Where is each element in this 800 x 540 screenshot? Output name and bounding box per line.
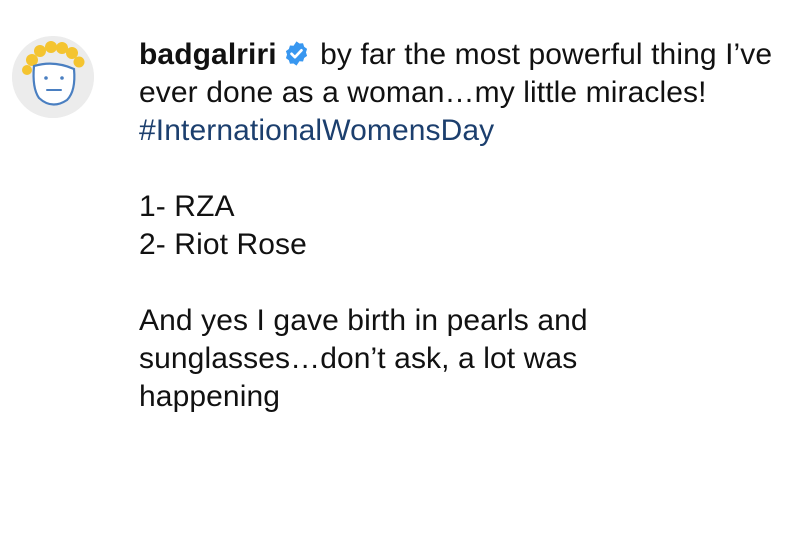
caption-list-item-1: 1- RZA	[139, 190, 235, 223]
caption-closing-line-1: And yes I gave birth in pearls and	[139, 304, 588, 337]
caption-first-paragraph: badgalriri by far the most powerful thin…	[139, 36, 779, 112]
caption-closing-line-2: sunglasses…don’t ask, a lot was	[139, 342, 578, 375]
instagram-caption: badgalriri by far the most powerful thin…	[0, 0, 800, 540]
avatar[interactable]	[12, 36, 94, 118]
hashtag-link[interactable]: #InternationalWomensDay	[139, 112, 779, 150]
username-link[interactable]: badgalriri	[139, 38, 277, 71]
caption-text: badgalriri by far the most powerful thin…	[139, 36, 779, 416]
caption-closing-line-3: happening	[139, 380, 281, 413]
verified-badge-icon	[283, 40, 310, 67]
caption-list-item-2: 2- Riot Rose	[139, 228, 307, 261]
smiley-sun-doodle-icon	[12, 36, 94, 118]
